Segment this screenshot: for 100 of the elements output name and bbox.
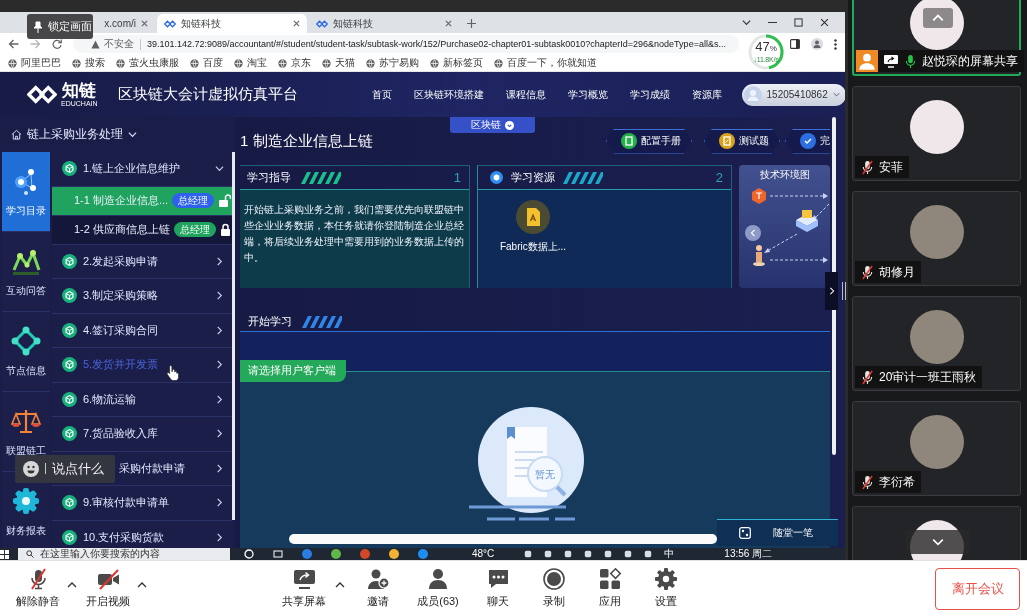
chevron-down-icon[interactable] [742, 18, 751, 27]
chat-button[interactable]: 聊天 [473, 568, 523, 609]
app-icon[interactable] [389, 549, 399, 559]
nav-link[interactable]: 区块链环境搭建 [413, 87, 484, 102]
tray-icon[interactable] [604, 550, 613, 558]
invite-button[interactable]: 邀请 [353, 568, 403, 609]
bookmark-link[interactable]: 搜索 [72, 56, 105, 70]
collapse-handle[interactable] [825, 272, 838, 310]
browser-tab[interactable]: 知链科技 [309, 14, 459, 33]
close-icon[interactable] [293, 20, 300, 27]
participant-name: 胡修月 [879, 263, 915, 281]
tray-icon[interactable] [624, 550, 633, 558]
resource-item[interactable]: Fabric数据上... [494, 200, 572, 254]
more-icon[interactable] [834, 38, 837, 50]
participant-name: 20审计一班王雨秋 [879, 368, 977, 386]
chain-tab[interactable]: 区块链 [450, 117, 535, 133]
lock-screen-overlay[interactable]: 锁定画面 [27, 14, 93, 39]
windows-logo-icon[interactable] [0, 549, 9, 559]
bookmark-link[interactable]: 京东 [278, 56, 311, 70]
side-nav-item[interactable]: 学习目录 [2, 152, 50, 232]
smiley-icon [23, 460, 39, 477]
action-button[interactable]: 测试题 [704, 128, 780, 154]
caret-icon[interactable] [67, 580, 77, 590]
maximize-icon[interactable] [794, 18, 803, 27]
bookmark-link[interactable]: 百度一下，你就知道 [494, 56, 597, 70]
nav-link[interactable]: 学习成绩 [629, 87, 670, 102]
chevron-left-icon [749, 229, 757, 237]
task-view-icon[interactable] [273, 549, 283, 559]
app-icon[interactable] [418, 549, 428, 559]
scroll-down-button[interactable] [906, 530, 970, 554]
members-button[interactable]: 成员(63) [409, 568, 467, 609]
bookmark-link[interactable]: 萤火虫康服 [116, 56, 179, 70]
app-icon[interactable] [360, 549, 370, 559]
share-button[interactable]: 共享屏幕 [279, 568, 329, 609]
gear-icon [11, 485, 41, 516]
record-button[interactable]: 录制 [529, 568, 579, 609]
browser-tab[interactable]: x.com/i [95, 14, 155, 33]
nav-link[interactable]: 首页 [371, 87, 392, 102]
photo-placeholder [909, 310, 964, 364]
stripes-icon [563, 171, 603, 184]
close-icon[interactable] [820, 18, 829, 27]
bookmark-link[interactable]: 阿里巴巴 [8, 56, 61, 70]
caret-icon [128, 130, 137, 139]
ring-icon[interactable] [244, 549, 254, 559]
address-field[interactable]: 不安全 39.101.142.72:9089/accountant/#/student/student-task/subtask-work/152/Purchase02-chapter01-subtask0010?chapterId=296&nodeType=all&s... [73, 35, 739, 53]
card-number: 2 [715, 170, 723, 185]
globe-icon [430, 58, 439, 68]
tray-icon[interactable] [564, 550, 573, 558]
cube-icon [62, 322, 77, 338]
logo-text: 知链 [62, 81, 97, 100]
user-menu[interactable]: 15205410862 [741, 83, 845, 106]
bookmark-link[interactable]: 百度 [190, 56, 223, 70]
settings-button[interactable]: 设置 [641, 568, 691, 609]
video-button[interactable]: 开启视频 [83, 568, 133, 609]
caret-icon[interactable] [137, 580, 147, 590]
app-icon[interactable] [302, 549, 312, 559]
chat-input-toast[interactable]: 说点什么 [15, 454, 115, 483]
browser-tab[interactable]: 知链科技 [157, 14, 307, 33]
bookmark-link[interactable]: 天猫 [322, 56, 355, 70]
hexagon-icon [751, 188, 766, 204]
reload-icon[interactable] [52, 39, 62, 49]
nav-link[interactable]: 课程信息 [505, 87, 546, 102]
scrollbar-thumb[interactable] [289, 534, 717, 544]
tray-icon[interactable] [544, 550, 553, 558]
sidebar-icon[interactable] [790, 39, 800, 49]
tray-icon[interactable] [584, 550, 593, 558]
bookmark-link[interactable]: 淘宝 [234, 56, 267, 70]
close-icon[interactable] [141, 20, 148, 27]
bookmark-link[interactable]: 苏宁易购 [366, 56, 419, 70]
apps-button[interactable]: 应用 [585, 568, 635, 609]
close-icon[interactable] [445, 20, 452, 27]
input-method-indicator[interactable]: 中 [664, 548, 675, 560]
security-warning[interactable]: 不安全 [91, 37, 134, 51]
scrollbar-thumb[interactable] [232, 152, 235, 520]
logo-icon [316, 18, 328, 29]
cube-icon [62, 495, 77, 511]
previous-button[interactable] [745, 225, 761, 241]
notes-button[interactable]: 随堂一笔 [717, 519, 838, 546]
splitter-handle[interactable] [842, 282, 846, 300]
submenu-item[interactable]: 1-2 供应商信息上链 总经理 [52, 215, 232, 245]
tray-icon[interactable] [644, 550, 653, 558]
action-button[interactable]: 完 [785, 128, 830, 154]
mic-button[interactable]: 解除静音 [13, 568, 63, 609]
profile-icon[interactable] [811, 38, 823, 50]
action-button[interactable]: 配置手册 [606, 128, 692, 154]
card-title: 学习资源 [511, 170, 555, 185]
leave-meeting-button[interactable]: 离开会议 [935, 567, 1020, 610]
bookmark-link[interactable]: 新标签页 [430, 56, 483, 70]
search-field[interactable]: 在这里输入你要搜索的内容 [18, 548, 230, 560]
caret-icon[interactable] [335, 580, 345, 590]
nav-link[interactable]: 学习概览 [567, 87, 608, 102]
app-icon[interactable] [331, 549, 341, 559]
breadcrumb[interactable]: 链上采购业务处理 [0, 117, 137, 152]
section-label: 请选择用户客户端 [240, 360, 346, 382]
back-arrow-icon[interactable] [8, 39, 19, 49]
tray-icon[interactable] [524, 550, 533, 558]
plus-icon[interactable] [467, 19, 476, 28]
nav-link[interactable]: 资源库 [691, 87, 722, 102]
submenu-item[interactable]: 1-1 制造企业信息... 总经理 [52, 186, 232, 216]
scroll-up-button[interactable] [923, 8, 953, 28]
